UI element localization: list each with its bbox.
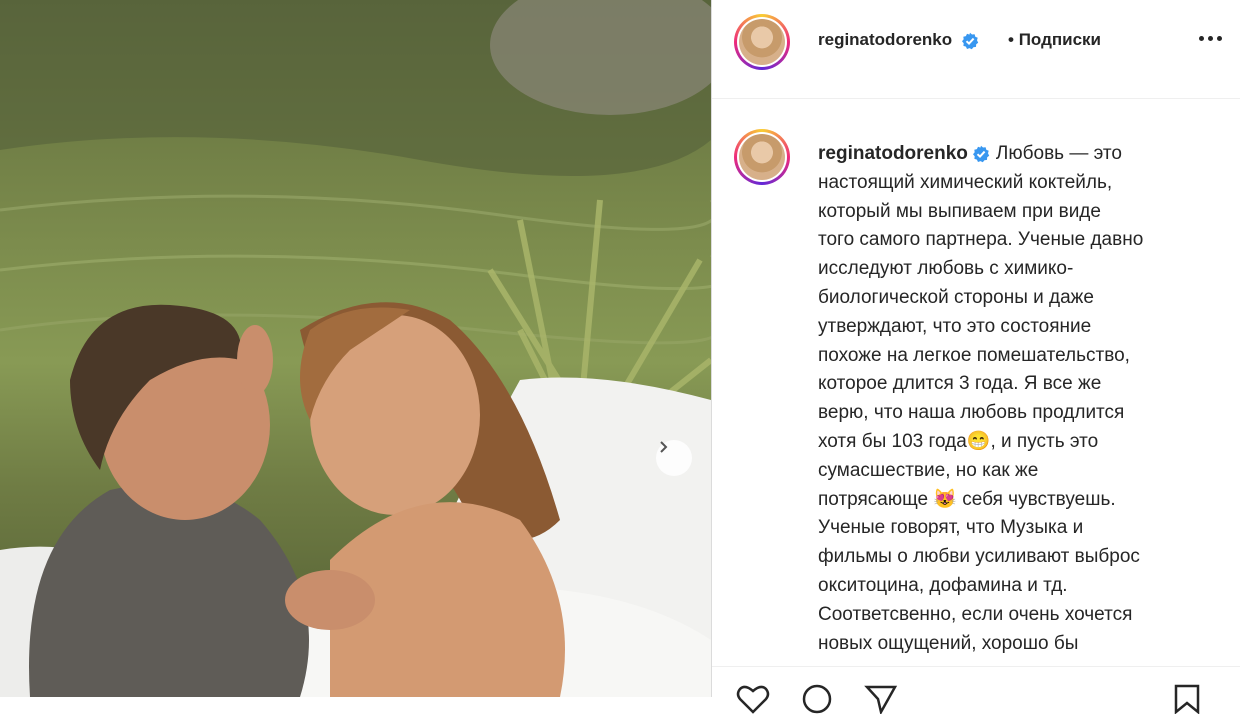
comment-icon[interactable] [800,684,834,714]
verified-badge-icon [972,145,990,163]
more-options-icon[interactable] [1199,36,1222,41]
post-header: reginatodorenko • Подписки [712,0,1240,99]
follow-separator: • [1008,30,1014,49]
paper-plane-icon[interactable] [864,684,898,714]
caption-username[interactable]: reginatodorenko [818,143,968,164]
next-photo-button[interactable] [656,440,692,476]
post-photo[interactable] [0,0,711,697]
heart-icon[interactable] [736,684,770,714]
instagram-post-view: reginatodorenko • Подписки reginatodoren… [0,0,1240,714]
actions-divider [712,666,1240,667]
post-caption: reginatodorenko Любовь — это настоящий хи… [818,140,1218,658]
author-avatar[interactable] [734,14,790,70]
photo-illustration [0,0,711,697]
post-actions [736,684,898,714]
follow-status[interactable]: • Подписки [1008,30,1101,50]
verified-badge-icon [961,32,978,49]
chevron-right-icon [660,441,668,453]
caption-body: Любовь — это настоящий химический коктей… [818,143,1144,654]
caption-author-avatar[interactable] [734,129,790,185]
bookmark-icon[interactable] [1170,684,1204,714]
post-sidebar: reginatodorenko • Подписки reginatodoren… [712,0,1240,714]
follow-label[interactable]: Подписки [1019,30,1101,49]
caption-text: reginatodorenko Любовь — это настоящий хи… [818,140,1218,658]
author-username[interactable]: reginatodorenko [818,30,952,49]
author-name-block: reginatodorenko [818,30,979,50]
